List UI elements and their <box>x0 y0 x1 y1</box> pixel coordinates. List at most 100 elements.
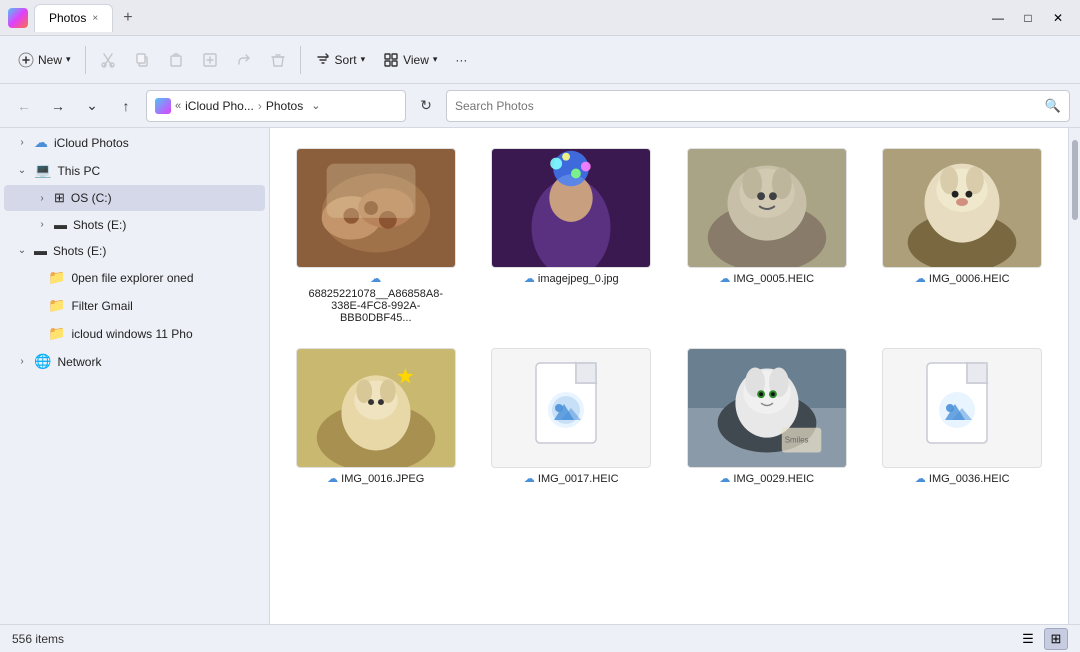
shots2-icon: ▬ <box>34 243 47 258</box>
file-item[interactable]: ☁ 68825221078__A86858A8-338E-4FC8-992A-B… <box>282 140 470 332</box>
sidebar-shots1-label: Shots (E:) <box>73 218 257 232</box>
scrollbar[interactable] <box>1068 128 1080 624</box>
breadcrumb-dropdown-arrow[interactable]: ⌄ <box>311 99 320 112</box>
cloud-icon: ☁ <box>915 472 926 485</box>
sort-button[interactable]: Sort ▾ <box>307 42 374 78</box>
back-button[interactable]: ← <box>10 92 38 120</box>
expand-arrow-osc: › <box>36 193 48 204</box>
view-dropdown-arrow: ▾ <box>433 54 438 65</box>
breadcrumb-app-icon <box>155 98 171 114</box>
active-tab[interactable]: Photos × <box>34 4 113 32</box>
file-name: ☁ IMG_0005.HEIC <box>692 272 842 285</box>
sidebar-item-icloud-win[interactable]: 📁 icloud windows 11 Pho <box>4 320 265 347</box>
thumbnail <box>491 348 651 468</box>
toolbar-sep-2 <box>300 46 301 74</box>
toolbar-sep-1 <box>85 46 86 74</box>
breadcrumb-double-arrow: « <box>175 100 181 112</box>
sidebar-item-os-c[interactable]: › ⊞ OS (C:) <box>4 185 265 211</box>
thumbnail <box>296 148 456 268</box>
content-area: ☁ 68825221078__A86858A8-338E-4FC8-992A-B… <box>270 128 1068 624</box>
generic-file-icon <box>531 358 611 458</box>
view-toggle-group: ☰ ⊞ <box>1016 628 1068 650</box>
file-item[interactable]: Smiles ☁ IMG_0029.HEIC <box>673 340 861 493</box>
plus-icon <box>18 52 34 68</box>
breadcrumb-part2: Photos <box>266 99 303 113</box>
file-item[interactable]: ★ ☁ IMG_0016.JPEG <box>282 340 470 493</box>
generic-file-icon-2 <box>922 358 1002 458</box>
forward-button[interactable]: → <box>44 92 72 120</box>
cloud-icon: ☁ <box>370 272 381 285</box>
photo-thumb-2 <box>492 148 650 268</box>
svg-text:Smiles: Smiles <box>785 436 809 445</box>
app-icon <box>8 8 28 28</box>
breadcrumb[interactable]: « iCloud Pho... › Photos ⌄ <box>146 90 406 122</box>
file-item[interactable]: ☁ IMG_0006.HEIC <box>869 140 1057 332</box>
folder-icon-gmail: 📁 <box>48 297 65 314</box>
thumbnail <box>882 148 1042 268</box>
folder-icon-icloud-win: 📁 <box>48 325 65 342</box>
file-grid: ☁ 68825221078__A86858A8-338E-4FC8-992A-B… <box>278 136 1060 497</box>
minimize-button[interactable]: — <box>984 7 1012 29</box>
view-button[interactable]: View ▾ <box>375 42 445 78</box>
search-input[interactable] <box>455 99 1039 113</box>
scrollbar-track <box>1071 130 1079 622</box>
sidebar-item-icloud-photos[interactable]: › ☁ iCloud Photos <box>4 129 265 156</box>
breadcrumb-part1: iCloud Pho... <box>185 99 254 113</box>
breadcrumb-separator: › <box>258 99 262 113</box>
file-item[interactable]: ☁ imagejpeg_0.jpg <box>478 140 666 332</box>
sidebar-gmail-label: Filter Gmail <box>71 299 257 313</box>
delete-button[interactable] <box>262 42 294 78</box>
new-tab-button[interactable]: + <box>119 9 136 27</box>
rename-button[interactable] <box>194 42 226 78</box>
shots1-icon: ▬ <box>54 217 67 232</box>
sidebar-item-this-pc[interactable]: ⌄ 💻 This PC <box>4 157 265 184</box>
thumbnail <box>491 148 651 268</box>
refresh-button[interactable]: ↻ <box>412 92 440 120</box>
history-button[interactable]: ⌄ <box>78 92 106 120</box>
sidebar-item-filter-gmail[interactable]: 📁 Filter Gmail <box>4 292 265 319</box>
sidebar-item-0pen[interactable]: 📁 0pen file explorer oned <box>4 264 265 291</box>
paste-button[interactable] <box>160 42 192 78</box>
photo-thumb-4 <box>883 148 1041 268</box>
sidebar-icloud-label: iCloud Photos <box>54 136 257 150</box>
tab-title: Photos <box>49 11 86 25</box>
sort-icon <box>315 52 331 68</box>
sidebar-item-shots-e2[interactable]: ⌄ ▬ Shots (E:) <box>4 238 265 263</box>
up-button[interactable]: ↑ <box>112 92 140 120</box>
copy-button[interactable] <box>126 42 158 78</box>
photo-thumb-1 <box>297 148 455 268</box>
main-layout: › ☁ iCloud Photos ⌄ 💻 This PC › ⊞ OS (C:… <box>0 128 1080 624</box>
scrollbar-thumb[interactable] <box>1072 140 1078 220</box>
sidebar-item-shots-e1[interactable]: › ▬ Shots (E:) <box>4 212 265 237</box>
sidebar-item-network[interactable]: › 🌐 Network <box>4 348 265 375</box>
item-count: 556 items <box>12 632 64 646</box>
new-button[interactable]: New ▾ <box>10 42 79 78</box>
cut-button[interactable] <box>92 42 124 78</box>
svg-text:★: ★ <box>396 363 415 388</box>
cloud-icon: ☁ <box>719 272 730 285</box>
tab-close-button[interactable]: × <box>92 13 98 24</box>
search-box[interactable]: 🔍 <box>446 90 1070 122</box>
close-button[interactable]: ✕ <box>1044 7 1072 29</box>
osc-icon: ⊞ <box>54 190 65 206</box>
cloud-icon: ☁ <box>719 472 730 485</box>
thispc-icon: 💻 <box>34 162 51 179</box>
file-name: ☁ IMG_0006.HEIC <box>887 272 1037 285</box>
details-view-button[interactable]: ☰ <box>1016 628 1040 650</box>
tiles-view-button[interactable]: ⊞ <box>1044 628 1068 650</box>
more-button[interactable]: ··· <box>447 42 475 78</box>
sidebar-icloud-win-label: icloud windows 11 Pho <box>71 327 257 341</box>
file-item[interactable]: ☁ IMG_0036.HEIC <box>869 340 1057 493</box>
file-item[interactable]: ☁ IMG_0017.HEIC <box>478 340 666 493</box>
rename-icon <box>202 52 218 68</box>
expand-arrow-thispc: ⌄ <box>16 165 28 176</box>
share-button[interactable] <box>228 42 260 78</box>
maximize-button[interactable]: □ <box>1014 7 1042 29</box>
title-bar: Photos × + — □ ✕ <box>0 0 1080 36</box>
icloud-icon: ☁ <box>34 134 48 151</box>
sidebar: › ☁ iCloud Photos ⌄ 💻 This PC › ⊞ OS (C:… <box>0 128 270 624</box>
cloud-icon: ☁ <box>524 472 535 485</box>
expand-arrow-network: › <box>16 356 28 367</box>
file-item[interactable]: ☁ IMG_0005.HEIC <box>673 140 861 332</box>
file-name: ☁ IMG_0016.JPEG <box>301 472 451 485</box>
